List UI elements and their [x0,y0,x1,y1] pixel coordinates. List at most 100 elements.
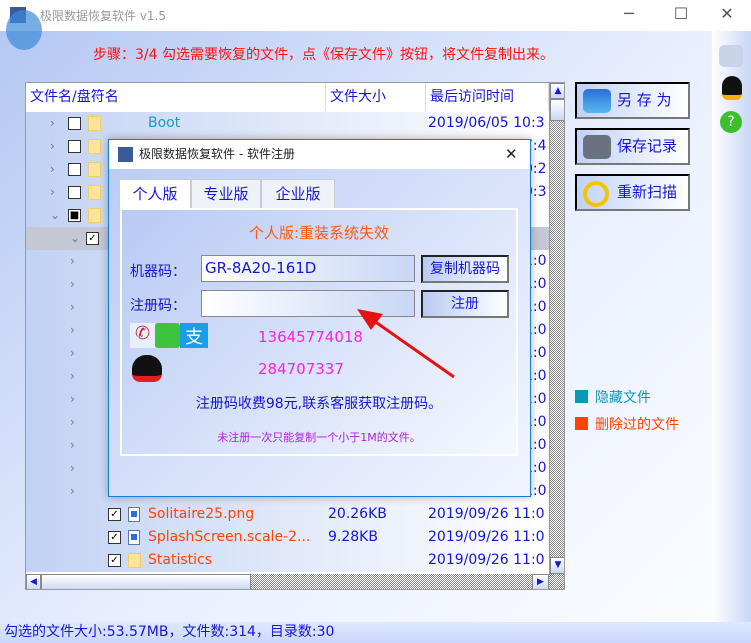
legend-swatch [575,417,588,430]
edition-note: 个人版:重装系统失效 [248,224,390,242]
folder-icon [88,185,101,200]
window-title: 极限数据恢复软件 v1.5 [40,9,167,23]
limit-note: 未注册一次只能复制一个小于1M的文件。 [217,431,421,444]
tab-professional[interactable]: 专业版 [191,179,261,209]
expand-chevron-icon[interactable]: › [70,480,75,503]
save-as-label: 另 存 为 [617,91,672,109]
expand-chevron-icon[interactable]: › [70,388,75,411]
file-time: 2019/09/26 11:0 [428,529,545,545]
file-name: Boot [148,115,181,131]
reg-code-label: 注册码： [130,298,186,314]
expand-chevron-icon[interactable]: › [50,112,55,135]
save-log-button[interactable]: 保存记录 [575,128,690,165]
folder-icon [88,139,101,154]
expand-chevron-icon[interactable]: › [70,457,75,480]
row-checkbox[interactable]: ✓ [108,508,121,521]
tab-enterprise[interactable]: 企业版 [261,179,335,209]
qq-icon[interactable] [722,76,742,100]
expand-chevron-icon[interactable]: › [70,411,75,434]
image-file-icon [128,530,140,545]
fee-note: 注册码收费98元,联系客服获取注册码。 [195,396,443,412]
help-icon[interactable]: ? [720,111,742,133]
scroll-left-button[interactable]: ◀ [26,574,41,589]
expand-chevron-icon[interactable]: › [70,434,75,457]
copy-machine-code-button[interactable]: 复制机器码 [421,255,509,283]
scroll-up-button[interactable]: ▲ [550,83,564,99]
folder-icon [128,553,141,568]
file-size: 20.26KB [328,506,387,522]
expand-chevron-icon[interactable]: › [50,158,55,181]
phone-icon: ✆ [130,323,155,348]
col-header-name[interactable]: 文件名/盘符名 [26,83,326,111]
row-checkbox[interactable] [68,163,81,176]
dialog-title: 极限数据恢复软件 - 软件注册 [139,147,295,161]
app-icon [118,147,133,162]
image-file-icon [128,507,140,522]
network-icon[interactable] [719,45,743,67]
legend-label: 隐藏文件 [595,390,651,406]
expand-chevron-icon[interactable]: › [70,342,75,365]
scroll-down-button[interactable]: ▼ [550,557,564,574]
step-instruction: 步骤：3/4 勾选需要恢复的文件，点《保存文件》按钮，将文件复制出来。 [93,47,554,63]
file-name: Solitaire25.png [148,506,255,522]
file-size: 9.28KB [328,529,378,545]
app-icon [10,7,26,23]
wechat-icon [155,323,180,348]
table-row[interactable]: ✓ Solitaire25.png 20.26KB 2019/09/26 11:0 [26,503,549,526]
expand-chevron-icon[interactable]: › [50,181,55,204]
row-checkbox[interactable] [68,140,81,153]
phone-number: 13645774018 [258,328,363,346]
vertical-scrollbar[interactable]: ▲ ▼ [549,83,564,574]
table-row[interactable]: ✓ SplashScreen.scale-2... 9.28KB 2019/09/26… [26,526,549,549]
row-checkbox[interactable]: ■ [68,209,81,222]
row-checkbox[interactable]: ✓ [86,232,99,245]
row-checkbox[interactable]: ✓ [108,554,121,567]
col-header-time[interactable]: 最后访问时间 [426,83,549,111]
expand-chevron-icon[interactable]: › [70,365,75,388]
expand-chevron-icon[interactable]: › [70,273,75,296]
machine-code-field[interactable]: GR-8A20-161D [201,255,415,282]
expand-chevron-icon[interactable]: › [70,319,75,342]
dialog-close-button[interactable]: ✕ [505,140,518,169]
row-checkbox[interactable] [68,186,81,199]
file-name: Statistics [148,552,212,568]
file-time: 2019/09/26 11:0 [428,506,545,522]
legend-label: 删除过的文件 [595,417,679,433]
row-checkbox[interactable]: ✓ [108,531,121,544]
hscroll-thumb[interactable] [41,574,251,589]
folder-icon [88,162,101,177]
scroll-thumb[interactable] [550,99,564,121]
rescan-button[interactable]: 重新扫描 [575,174,690,211]
col-header-size[interactable]: 文件大小 [326,83,426,111]
expand-chevron-icon[interactable]: › [70,250,75,273]
minimize-button[interactable]: ─ [614,4,644,23]
rescan-label: 重新扫描 [617,183,678,201]
title-bar: 极限数据恢复软件 v1.5 ─ ☐ ✕ [0,0,751,31]
legend-swatch [575,390,588,403]
status-bar: 勾选的文件大小:53.57MB，文件数:314，目录数:30 [0,622,751,643]
scroll-right-button[interactable]: ▶ [532,574,549,589]
file-time: 2019/09/26 11:0 [428,552,545,568]
row-checkbox[interactable] [68,117,81,130]
save-log-label: 保存记录 [617,137,678,155]
horizontal-scrollbar[interactable]: ◀ ▶ [26,574,564,589]
table-row[interactable]: › Boot 2019/06/05 10:3 [26,112,549,135]
expand-chevron-icon[interactable]: › [70,296,75,319]
red-arrow-annotation [357,309,455,379]
tab-personal[interactable]: 个人版 [119,179,191,211]
save-as-button[interactable]: 另 存 为 [575,82,690,119]
qq-number: 284707337 [258,360,344,378]
file-name: SplashScreen.scale-2... [148,529,311,545]
alipay-icon: 支 [180,323,208,348]
machine-code-label: 机器码： [130,264,186,280]
refresh-icon [583,181,609,207]
expand-chevron-icon[interactable]: › [50,135,55,158]
close-button[interactable]: ✕ [712,4,742,23]
expand-chevron-icon[interactable]: ⌄ [70,227,80,250]
table-row[interactable]: ✓ Statistics 2019/09/26 11:0 [26,549,549,572]
side-strip: ? [712,31,751,622]
maximize-button[interactable]: ☐ [666,4,696,23]
qq-icon [132,355,162,382]
folder-icon [88,208,101,223]
expand-chevron-icon[interactable]: ⌄ [50,204,60,227]
